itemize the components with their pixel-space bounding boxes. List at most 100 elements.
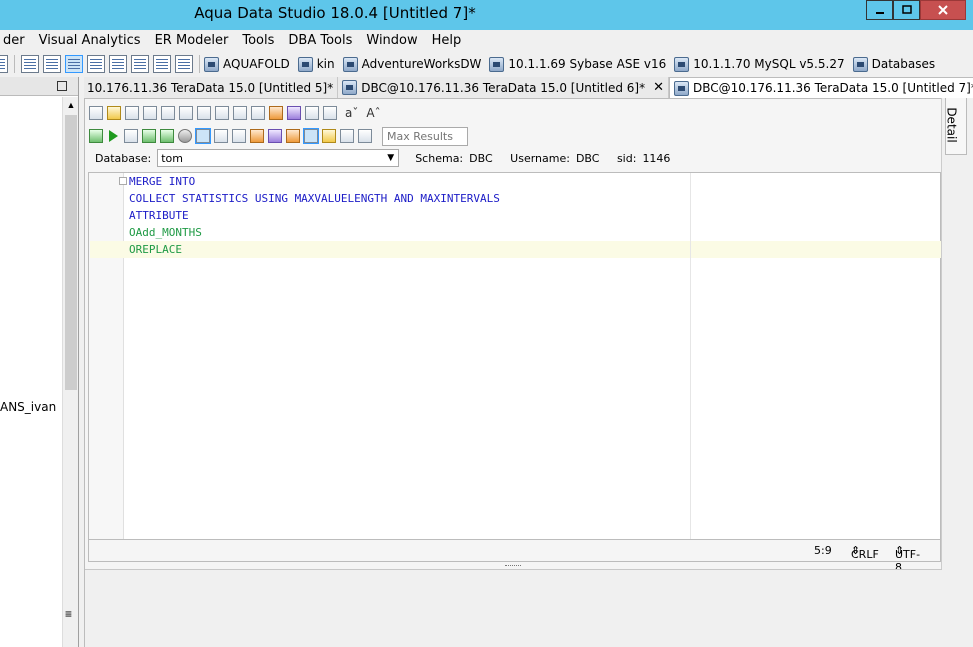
tab-untitled-7[interactable]: DBC@10.176.11.36 TeraData 15.0 [Untitled… [668,77,973,98]
menu-item-tools[interactable]: Tools [235,30,281,52]
editor-status-bar: 5:9 CRLF ⇕ UTF-8 ⇕ [88,540,941,574]
replace-icon[interactable] [323,106,337,120]
new-icon[interactable] [89,106,103,120]
server-icon [673,80,689,96]
server-icon [204,56,219,72]
menu-item-help[interactable]: Help [425,30,469,52]
find-icon[interactable] [305,106,319,120]
connection-info-bar: Database: tom ▼ Schema: DBC Username: DBC … [85,148,942,168]
line-ending-select[interactable]: CRLF ⇕ [851,544,879,561]
close-icon [938,5,948,15]
vertical-scrollbar[interactable]: ▲ ≡ [62,97,78,647]
table-view-icon[interactable] [21,55,39,73]
results-tree-icon[interactable] [340,129,354,143]
increase-font-icon[interactable]: Aˆ [366,106,380,120]
server-kin[interactable]: kin [297,56,335,72]
server-sybase[interactable]: 10.1.1.69 Sybase ASE v16 [489,56,666,72]
list-icon[interactable] [131,55,149,73]
maximize-icon [901,5,912,14]
current-line-highlight [90,241,941,258]
window-title: Aqua Data Studio 18.0.4 [Untitled 7]* [194,4,476,22]
code-line: MERGE INTO [129,175,196,188]
results-history-icon[interactable] [358,129,372,143]
save-icon[interactable] [125,106,139,120]
menu-item-visual-analytics[interactable]: Visual Analytics [32,30,148,52]
toolbar-separator [199,55,200,73]
grid-results-icon[interactable] [87,55,105,73]
close-button[interactable] [920,0,966,20]
server-databases[interactable]: Databases [852,56,935,72]
rollback-icon[interactable] [232,129,246,143]
execute-all-icon[interactable] [89,129,103,143]
tab-untitled-5[interactable]: 10.176.11.36 TeraData 15.0 [Untitled 5]* [84,77,339,98]
execute-to-file-icon[interactable] [160,129,174,143]
decrease-font-icon[interactable]: aˇ [345,106,358,120]
toolbar-grid-icon[interactable] [0,55,8,73]
cursor-position: 5:9 [814,544,832,557]
paste-icon[interactable] [251,106,265,120]
server-mysql[interactable]: 10.1.1.70 MySQL v5.5.27 [674,56,845,72]
grip-icon[interactable]: ≡ [65,607,72,621]
results-panel [85,569,942,647]
copy-icon[interactable] [233,106,247,120]
tab-label: 10.176.11.36 TeraData 15.0 [Untitled 5]* [87,80,334,95]
chart-icon[interactable] [175,55,193,73]
maximize-button[interactable] [893,0,920,20]
query-window-icon[interactable] [65,55,83,73]
schema-icon[interactable] [109,55,127,73]
save-as-icon[interactable] [143,106,157,120]
redo-icon[interactable] [287,106,301,120]
detail-tab[interactable]: Detail [945,95,967,155]
commit-icon[interactable] [214,129,228,143]
execute-to-grid-icon[interactable] [142,129,156,143]
restore-icon[interactable] [57,81,67,91]
code-line: ATTRIBUTE [129,209,189,222]
explain-plan-icon[interactable] [286,129,300,143]
menu-item-er-modeler[interactable]: ER Modeler [148,30,236,52]
database-select[interactable]: tom ▼ [157,149,400,167]
stop-icon[interactable] [178,129,192,143]
menu-bar: der Visual Analytics ER Modeler Tools DB… [0,30,973,52]
print-icon[interactable] [179,106,193,120]
execute-icon[interactable] [109,130,118,142]
close-tab-icon[interactable]: ✕ [653,80,664,95]
server-aquafold[interactable]: AQUAFOLD [204,56,290,72]
menu-item-window[interactable]: Window [359,30,424,52]
scroll-thumb[interactable] [65,115,77,390]
fold-marker-icon[interactable] [119,177,127,185]
cut-icon[interactable] [215,106,229,120]
open-folder-icon[interactable] [107,106,121,120]
app-window: Aqua Data Studio 18.0.4 [Untitled 7]* de… [0,0,973,647]
results-grid-icon[interactable] [303,128,319,144]
server-adventureworksdw[interactable]: AdventureWorksDW [342,56,481,72]
detail-tab-label: Detail [944,107,959,143]
minimize-button[interactable] [866,0,893,20]
menu-item-builder[interactable]: der [0,30,32,52]
save-all-icon[interactable] [161,106,175,120]
server-toolbar: AQUAFOLD kin AdventureWorksDW 10.1.1.69 … [0,52,973,76]
window-layout-icon[interactable] [43,55,61,73]
sid-label: sid: [616,151,637,165]
sql-code-editor[interactable]: MERGE INTO COLLECT STATISTICS USING MAXV… [88,172,941,540]
tab-label: DBC@10.176.11.36 TeraData 15.0 [Untitled… [361,80,646,95]
connect-icon[interactable] [250,129,264,143]
scroll-up-icon[interactable]: ▲ [63,97,79,113]
editor-toolbar: aˇ Aˆ [89,103,449,123]
select-icon[interactable] [197,106,211,120]
toolbar-separator [14,55,15,73]
encoding-select[interactable]: UTF-8 ⇕ [895,544,920,574]
menu-item-dba-tools[interactable]: DBA Tools [281,30,359,52]
tab-untitled-6[interactable]: DBC@10.176.11.36 TeraData 15.0 [Untitled… [338,77,669,98]
compare-icon[interactable] [153,55,171,73]
server-browser-panel: ANS_ivan ▲ ≡ [0,77,79,647]
tree-item[interactable]: ANS_ivan [0,400,56,414]
execute-current-icon[interactable] [124,129,138,143]
max-results-input[interactable] [382,126,468,146]
results-text-icon[interactable] [322,129,336,143]
server-icon [852,56,868,72]
minimize-icon [875,12,884,14]
auto-commit-icon[interactable] [195,128,211,144]
tab-label: DBC@10.176.11.36 TeraData 15.0 [Untitled… [692,81,973,95]
undo-icon[interactable] [269,106,283,120]
disconnect-icon[interactable] [268,129,282,143]
